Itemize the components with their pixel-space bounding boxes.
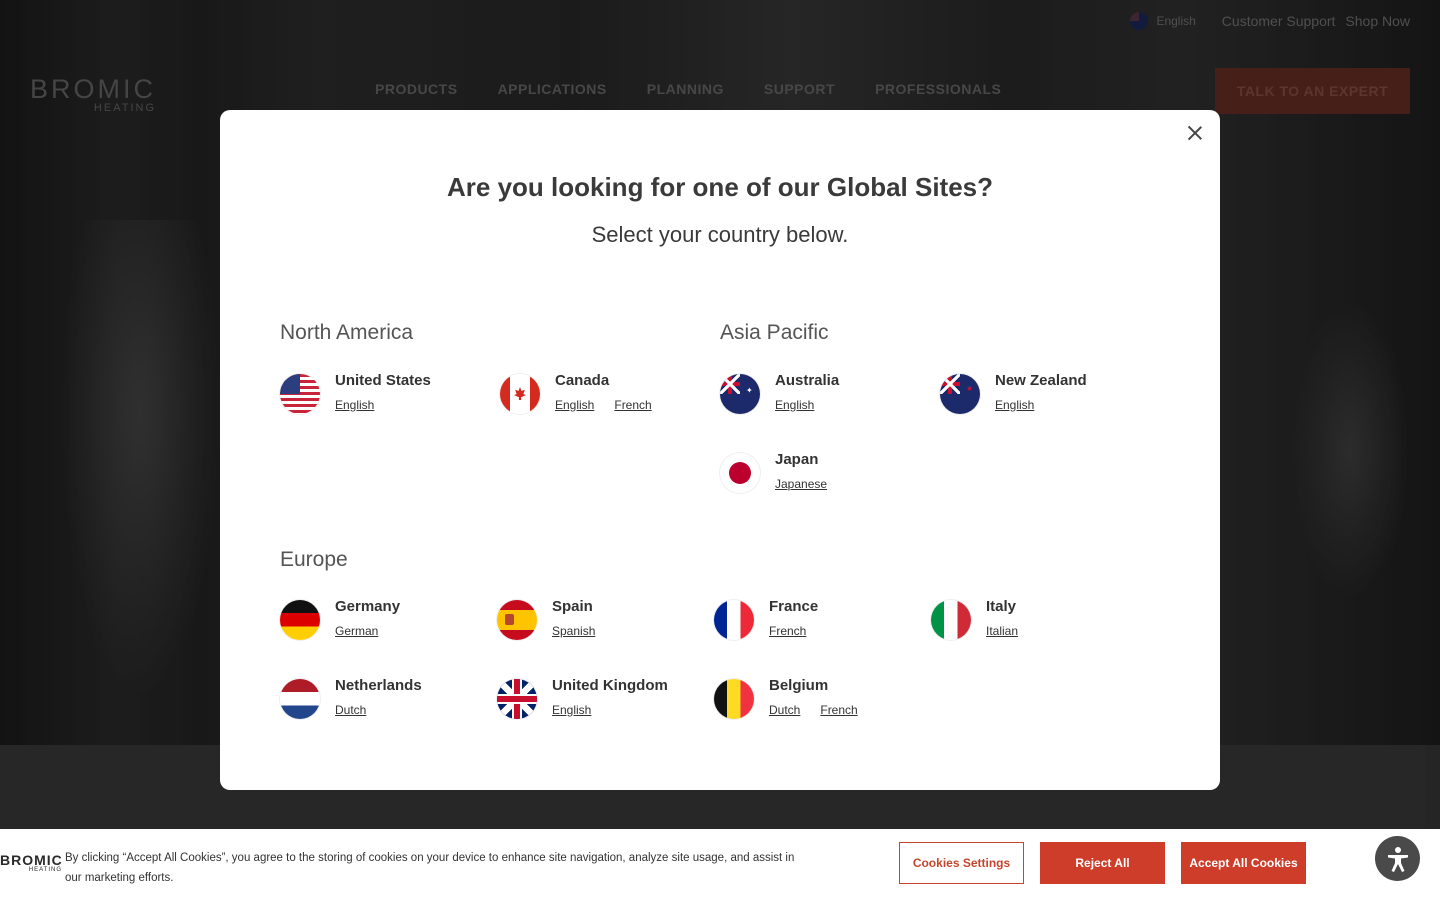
- language-link-dutch[interactable]: Dutch: [335, 703, 366, 717]
- language-link-french[interactable]: French: [820, 703, 857, 717]
- language-link-japanese[interactable]: Japanese: [775, 477, 827, 491]
- country-name: United States: [335, 372, 431, 389]
- global-sites-modal: Are you looking for one of our Global Si…: [220, 110, 1220, 790]
- reject-all-button[interactable]: Reject All: [1040, 842, 1165, 884]
- netherlands-flag-icon: [280, 679, 320, 719]
- spain-flag-icon: [497, 600, 537, 640]
- country-name: Australia: [775, 372, 840, 389]
- region-title-asia-pacific: Asia Pacific: [720, 321, 829, 344]
- country-netherlands: Netherlands Dutch: [280, 677, 422, 719]
- language-link-italian[interactable]: Italian: [986, 624, 1018, 638]
- country-name: Canada: [555, 372, 610, 389]
- language-link-dutch[interactable]: Dutch: [769, 703, 800, 717]
- language-link-french[interactable]: French: [614, 398, 651, 412]
- belgium-flag-icon: [714, 679, 754, 719]
- italy-flag-icon: [931, 600, 971, 640]
- language-link-english[interactable]: English: [555, 398, 594, 412]
- accessibility-icon[interactable]: [1375, 836, 1420, 881]
- uk-flag-icon: [497, 679, 537, 719]
- country-name: Belgium: [769, 677, 829, 694]
- us-flag-icon: [280, 374, 320, 414]
- accept-all-cookies-button[interactable]: Accept All Cookies: [1181, 842, 1306, 884]
- country-name: Italy: [986, 598, 1017, 615]
- country-united-states: United States English: [280, 372, 431, 414]
- language-link-english[interactable]: English: [995, 398, 1034, 412]
- cookie-logo: BROMIC HEATING: [0, 853, 62, 873]
- language-link-german[interactable]: German: [335, 624, 378, 638]
- region-title-europe: Europe: [280, 548, 348, 571]
- japan-flag-icon: [720, 453, 760, 493]
- language-link-english[interactable]: English: [775, 398, 814, 412]
- australia-flag-icon: [720, 374, 760, 414]
- germany-flag-icon: [280, 600, 320, 640]
- country-name: Netherlands: [335, 677, 422, 694]
- language-link-english[interactable]: English: [552, 703, 591, 717]
- cookie-notice-text: By clicking “Accept All Cookies”, you ag…: [65, 852, 795, 884]
- country-australia: Australia English: [720, 372, 839, 414]
- country-japan: Japan Japanese: [720, 451, 827, 493]
- new-zealand-flag-icon: [940, 374, 980, 414]
- country-name: New Zealand: [995, 372, 1087, 389]
- cookie-banner: BROMIC HEATING By clicking “Accept All C…: [0, 829, 1440, 900]
- region-title-north-america: North America: [280, 321, 414, 344]
- canada-flag-icon: [500, 374, 540, 414]
- country-name: United Kingdom: [552, 677, 668, 694]
- country-new-zealand: New Zealand English: [940, 372, 1087, 414]
- language-link-french[interactable]: French: [769, 624, 806, 638]
- cookies-settings-button[interactable]: Cookies Settings: [899, 842, 1024, 884]
- country-name: Japan: [775, 451, 819, 468]
- country-name: Spain: [552, 598, 593, 615]
- accessibility-person-icon: [1387, 846, 1408, 872]
- language-link-spanish[interactable]: Spanish: [552, 624, 595, 638]
- modal-subtitle: Select your country below.: [591, 222, 849, 247]
- country-canada: Canada English French: [500, 372, 652, 414]
- country-belgium: Belgium Dutch French: [714, 677, 858, 719]
- france-flag-icon: [714, 600, 754, 640]
- cookie-logo-wordmark: BROMIC: [0, 852, 63, 868]
- country-spain: Spain Spanish: [497, 598, 595, 640]
- country-italy: Italy Italian: [931, 598, 1018, 640]
- language-link-english[interactable]: English: [335, 398, 374, 412]
- country-france: France French: [714, 598, 818, 640]
- country-united-kingdom: United Kingdom English: [497, 677, 668, 719]
- modal-title: Are you looking for one of our Global Si…: [446, 172, 994, 202]
- country-name: France: [769, 598, 819, 615]
- country-name: Germany: [335, 598, 401, 615]
- close-icon[interactable]: [1184, 122, 1206, 144]
- country-germany: Germany German: [280, 598, 400, 640]
